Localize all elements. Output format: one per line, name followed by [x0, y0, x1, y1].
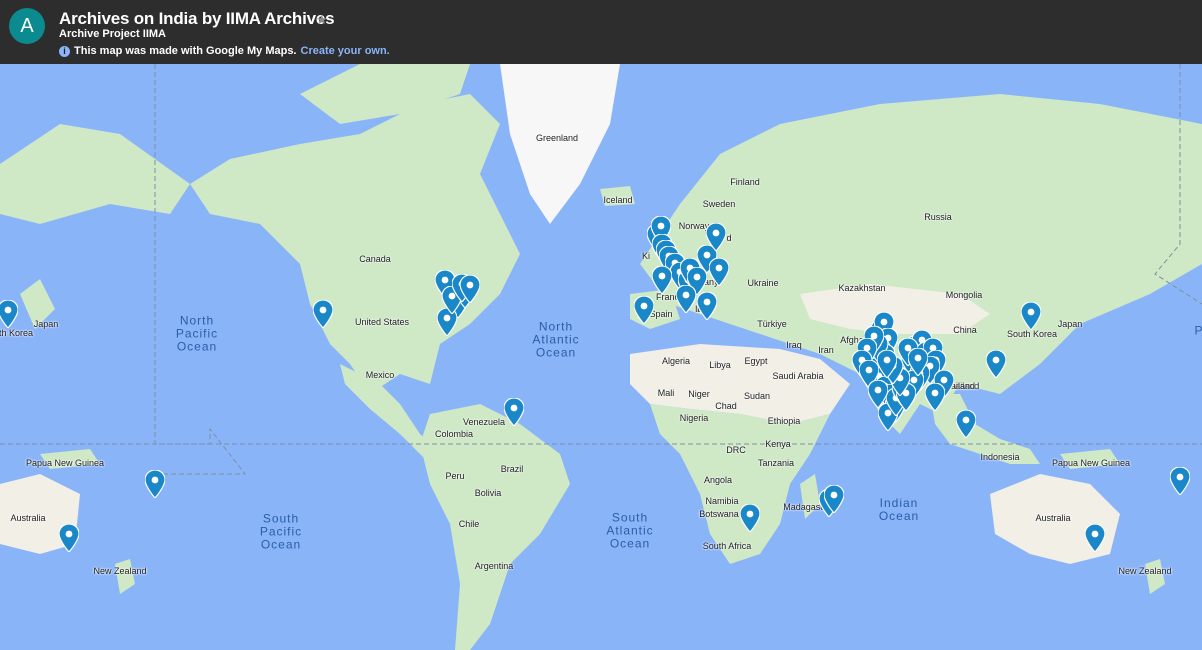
place-label: Australia — [10, 513, 46, 523]
place-label: Angola — [703, 475, 733, 485]
ocean-label: P — [1194, 323, 1202, 338]
place-label: China — [953, 325, 977, 335]
place-label: Japan — [33, 319, 59, 329]
map-pin-icon[interactable] — [706, 223, 726, 251]
place-label: Peru — [445, 471, 465, 481]
map-subtitle: Archive Project IIMA — [59, 28, 166, 40]
map-pin-icon[interactable] — [709, 258, 729, 286]
star-icon[interactable]: ★ — [316, 12, 328, 28]
map-pin-icon[interactable] — [460, 275, 480, 303]
place-label: Venezuela — [462, 417, 506, 427]
place-label: Algeria — [661, 356, 691, 366]
place-label: Iraq — [786, 340, 802, 350]
place-label: Finland — [730, 177, 760, 187]
notice: i This map was made with Google My Maps.… — [59, 45, 390, 57]
place-label: Iran — [818, 345, 834, 355]
place-label: Kenya — [765, 439, 791, 449]
notice-text: This map was made with Google My Maps. — [74, 45, 297, 57]
place-label: South Africa — [702, 541, 752, 551]
map-pin-icon[interactable] — [908, 348, 928, 376]
place-label: DRC — [726, 445, 746, 455]
place-label: Norway — [678, 221, 710, 231]
map-pin-icon[interactable] — [925, 383, 945, 411]
map-pin-icon[interactable] — [504, 398, 524, 426]
create-your-own-link[interactable]: Create your own. — [301, 45, 390, 57]
ocean-label: South Atlantic Ocean — [606, 510, 654, 551]
place-label: Ukraine — [747, 278, 779, 288]
map-pin-icon[interactable] — [740, 504, 760, 532]
map-pin-icon[interactable] — [868, 380, 888, 408]
place-label: Ethiopia — [767, 416, 801, 426]
ocean-label: North Atlantic Ocean — [532, 319, 580, 360]
place-label: Chile — [458, 519, 480, 529]
ocean-label: Indian Ocean — [878, 496, 920, 523]
place-label: Mexico — [365, 370, 395, 380]
place-label: Namibia — [705, 496, 739, 506]
map-pin-icon[interactable] — [1170, 467, 1190, 495]
map-pin-icon[interactable] — [0, 300, 18, 328]
place-label: Libya — [709, 360, 731, 370]
ocean-label: South Pacific Ocean — [259, 511, 303, 552]
place-label: United States — [354, 317, 410, 327]
map-pin-icon[interactable] — [824, 485, 844, 513]
place-label: Bolivia — [474, 488, 502, 498]
place-label: Türkiye — [757, 319, 787, 329]
map-pin-icon[interactable] — [956, 410, 976, 438]
map-pin-icon[interactable] — [652, 266, 672, 294]
place-label: Papua New Guinea — [1051, 458, 1131, 468]
place-label: Greenland — [535, 133, 579, 143]
place-label: Sweden — [702, 199, 736, 209]
place-label: Russia — [924, 212, 952, 222]
place-label: Australia — [1035, 513, 1071, 523]
map-pin-icon[interactable] — [1085, 524, 1105, 552]
place-label: Chad — [715, 401, 737, 411]
place-label: Saudi Arabia — [772, 371, 824, 381]
map-base — [0, 64, 1202, 650]
place-label: New Zealand — [1118, 566, 1172, 576]
map-header: A Archives on India by IIMA Archives ★ A… — [0, 0, 1202, 64]
map-pin-icon[interactable] — [634, 296, 654, 324]
place-label: Kazakhstan — [838, 283, 886, 293]
place-label: Botswana — [699, 509, 739, 519]
place-label: Colombia — [434, 429, 474, 439]
place-label: Tanzania — [757, 458, 795, 468]
map-pin-icon[interactable] — [59, 524, 79, 552]
place-label: d — [726, 233, 732, 243]
place-label: Iceland — [603, 195, 633, 205]
map-pin-icon[interactable] — [145, 470, 165, 498]
place-label: Nigeria — [679, 413, 709, 423]
world-map[interactable]: Greenland Iceland Finland Sweden Norway Russi… — [0, 64, 1202, 650]
map-pin-icon[interactable] — [1021, 302, 1041, 330]
place-label: Mali — [657, 388, 675, 398]
place-label: ailand — [950, 381, 976, 391]
place-label: Niger — [688, 389, 710, 399]
place-label: Brazil — [500, 464, 524, 474]
place-label: th Korea — [0, 328, 34, 338]
place-label: Egypt — [744, 356, 768, 366]
ocean-label: North Pacific Ocean — [175, 313, 219, 354]
place-label: South Korea — [1006, 329, 1058, 339]
place-label: Canada — [359, 254, 391, 264]
avatar[interactable]: A — [9, 8, 45, 44]
place-label: Argentina — [474, 561, 514, 571]
map-pin-icon[interactable] — [313, 300, 333, 328]
place-label: Ki — [641, 251, 651, 261]
place-label: Sudan — [743, 391, 771, 401]
map-pin-icon[interactable] — [877, 350, 897, 378]
info-icon: i — [59, 45, 70, 57]
place-label: Indonesia — [980, 452, 1020, 462]
place-label: New Zealand — [93, 566, 147, 576]
place-label: Mongolia — [945, 290, 983, 300]
map-pin-icon[interactable] — [986, 350, 1006, 378]
map-pin-icon[interactable] — [676, 285, 696, 313]
place-label: Japan — [1057, 319, 1083, 329]
place-label: Papua New Guinea — [25, 458, 105, 468]
map-title: Archives on India by IIMA Archives — [59, 9, 335, 28]
map-pin-icon[interactable] — [697, 292, 717, 320]
